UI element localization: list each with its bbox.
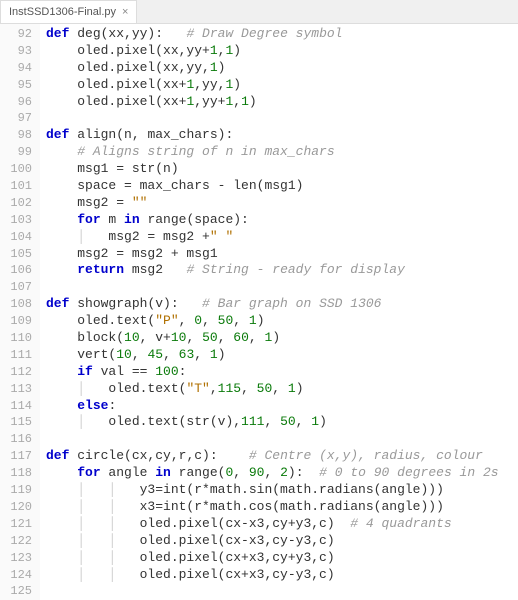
code-line: [46, 279, 518, 296]
line-number: 111: [0, 347, 32, 364]
code-line: return msg2 # String - ready for display: [46, 262, 518, 279]
code-line: [46, 583, 518, 600]
line-number: 102: [0, 195, 32, 212]
code-line: msg1 = str(n): [46, 161, 518, 178]
close-icon[interactable]: ×: [122, 6, 128, 18]
code-line: │ oled.text("T",115, 50, 1): [46, 381, 518, 398]
code-line: block(10, v+10, 50, 60, 1): [46, 330, 518, 347]
code-line: │ oled.text(str(v),111, 50, 1): [46, 414, 518, 431]
code-line: def circle(cx,cy,r,c): # Centre (x,y), r…: [46, 448, 518, 465]
code-line: │ msg2 = msg2 +" ": [46, 229, 518, 246]
line-number: 118: [0, 465, 32, 482]
code-line: for m in range(space):: [46, 212, 518, 229]
line-number: 96: [0, 94, 32, 111]
line-number: 120: [0, 499, 32, 516]
line-number: 99: [0, 144, 32, 161]
line-number: 97: [0, 110, 32, 127]
code-area[interactable]: def deg(xx,yy): # Draw Degree symbol ole…: [40, 24, 518, 600]
line-number: 122: [0, 533, 32, 550]
file-tab[interactable]: InstSSD1306-Final.py ×: [0, 0, 137, 23]
code-line: oled.pixel(xx,yy+1,1): [46, 43, 518, 60]
tab-bar: InstSSD1306-Final.py ×: [0, 0, 518, 24]
code-line: │ │ oled.pixel(cx+x3,cy-y3,c): [46, 567, 518, 584]
code-line: for angle in range(0, 90, 2): # 0 to 90 …: [46, 465, 518, 482]
code-line: │ │ y3=int(r*math.sin(math.radians(angle…: [46, 482, 518, 499]
line-number: 106: [0, 262, 32, 279]
line-number: 95: [0, 77, 32, 94]
code-line: │ │ x3=int(r*math.cos(math.radians(angle…: [46, 499, 518, 516]
line-number: 103: [0, 212, 32, 229]
tab-filename: InstSSD1306-Final.py: [9, 6, 116, 18]
code-line: def deg(xx,yy): # Draw Degree symbol: [46, 26, 518, 43]
code-line: │ │ oled.pixel(cx-x3,cy-y3,c): [46, 533, 518, 550]
code-line: [46, 110, 518, 127]
code-line: msg2 = msg2 + msg1: [46, 246, 518, 263]
line-number: 113: [0, 381, 32, 398]
line-number: 115: [0, 414, 32, 431]
line-number-gutter: 9293949596979899100101102103104105106107…: [0, 24, 40, 600]
code-line: [46, 431, 518, 448]
code-line: vert(10, 45, 63, 1): [46, 347, 518, 364]
line-number: 104: [0, 229, 32, 246]
line-number: 94: [0, 60, 32, 77]
code-line: def showgraph(v): # Bar graph on SSD 130…: [46, 296, 518, 313]
code-editor[interactable]: 9293949596979899100101102103104105106107…: [0, 24, 518, 600]
line-number: 119: [0, 482, 32, 499]
line-number: 110: [0, 330, 32, 347]
code-line: │ │ oled.pixel(cx+x3,cy+y3,c): [46, 550, 518, 567]
line-number: 108: [0, 296, 32, 313]
line-number: 121: [0, 516, 32, 533]
code-line: │ │ oled.pixel(cx-x3,cy+y3,c) # 4 quadra…: [46, 516, 518, 533]
code-line: # Aligns string of n in max_chars: [46, 144, 518, 161]
code-line: oled.pixel(xx+1,yy+1,1): [46, 94, 518, 111]
line-number: 101: [0, 178, 32, 195]
line-number: 125: [0, 583, 32, 600]
line-number: 105: [0, 246, 32, 263]
code-line: else:: [46, 398, 518, 415]
line-number: 123: [0, 550, 32, 567]
code-line: if val == 100:: [46, 364, 518, 381]
line-number: 107: [0, 279, 32, 296]
line-number: 124: [0, 567, 32, 584]
code-line: oled.pixel(xx+1,yy,1): [46, 77, 518, 94]
code-line: oled.pixel(xx,yy,1): [46, 60, 518, 77]
line-number: 100: [0, 161, 32, 178]
code-line: space = max_chars - len(msg1): [46, 178, 518, 195]
line-number: 93: [0, 43, 32, 60]
line-number: 98: [0, 127, 32, 144]
line-number: 92: [0, 26, 32, 43]
line-number: 112: [0, 364, 32, 381]
code-line: def align(n, max_chars):: [46, 127, 518, 144]
code-line: msg2 = "": [46, 195, 518, 212]
line-number: 114: [0, 398, 32, 415]
line-number: 117: [0, 448, 32, 465]
line-number: 109: [0, 313, 32, 330]
line-number: 116: [0, 431, 32, 448]
code-line: oled.text("P", 0, 50, 1): [46, 313, 518, 330]
